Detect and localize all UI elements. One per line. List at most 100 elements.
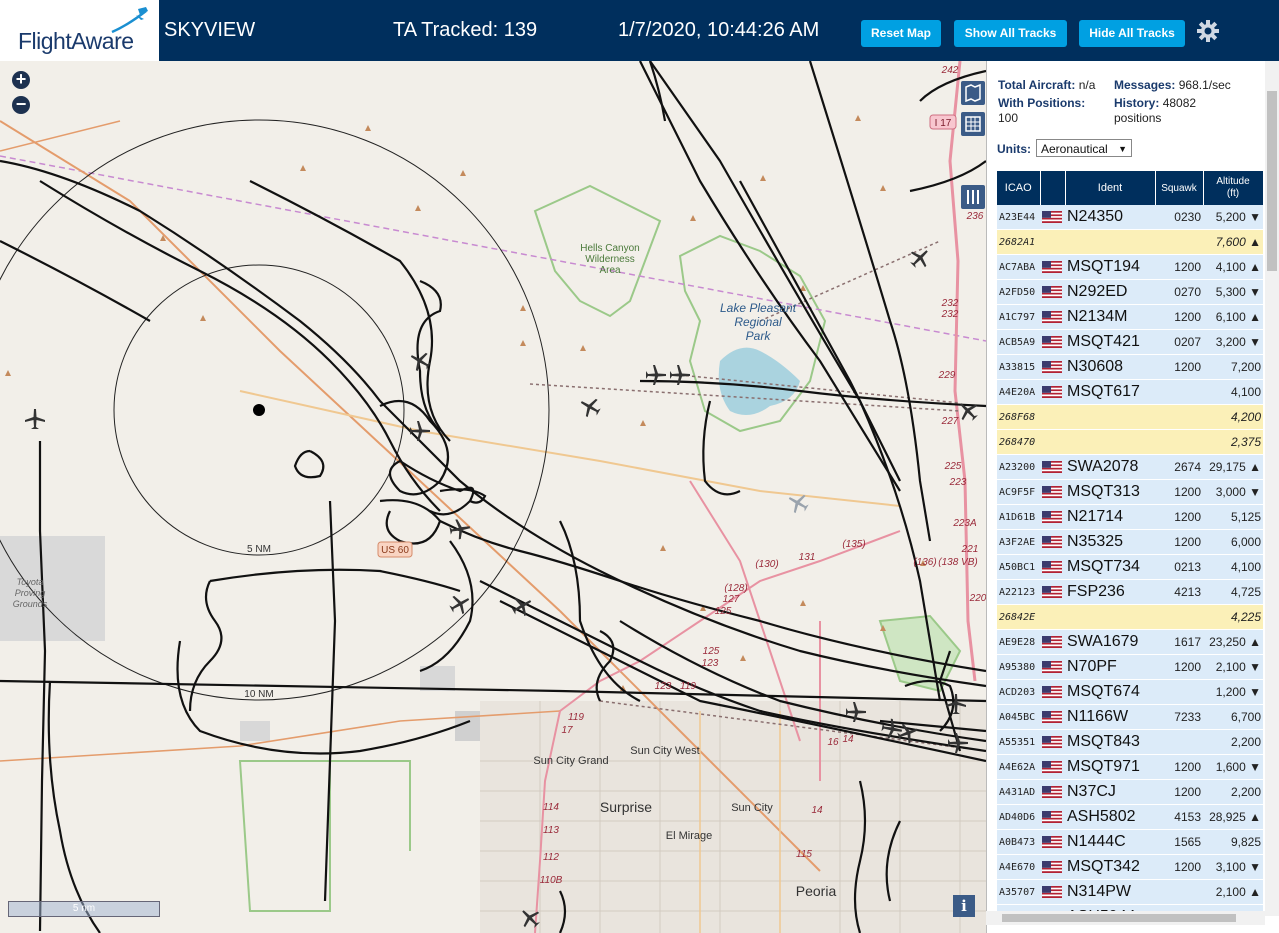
column-header-altitude[interactable]: Altitude (ft) xyxy=(1203,171,1263,205)
svg-text:16: 16 xyxy=(827,737,839,748)
cell-squawk: 1200 xyxy=(1155,504,1203,530)
cell-icao: A4E62A xyxy=(997,754,1040,780)
top-header: FlightAware SKYVIEW TA Tracked: 139 1/7/… xyxy=(0,0,1279,62)
table-row[interactable]: A045BC N1166W 7233 6,700 xyxy=(997,704,1263,730)
cell-flag xyxy=(1040,654,1065,680)
columns-toggle-icon[interactable] xyxy=(961,185,985,209)
table-row[interactable]: A3F2AE N35325 1200 6,000 xyxy=(997,529,1263,555)
cell-altitude: 3,200 ▼ xyxy=(1203,329,1263,355)
cell-icao: A23200 xyxy=(997,454,1040,480)
cell-altitude: 4,725 xyxy=(1203,579,1263,605)
table-row[interactable]: A2FD50 N292ED 0270 5,300 ▼ xyxy=(997,279,1263,305)
cell-flag xyxy=(1040,404,1065,430)
hide-all-tracks-button[interactable]: Hide All Tracks xyxy=(1079,20,1185,47)
table-row[interactable]: 26842E 4,225 xyxy=(997,604,1263,630)
table-row[interactable]: A0B473 N1444C 1565 9,825 xyxy=(997,829,1263,855)
table-row[interactable]: A1D61B N21714 1200 5,125 xyxy=(997,504,1263,530)
table-row[interactable]: A55351 MSQT843 2,200 xyxy=(997,729,1263,755)
column-header-squawk[interactable]: Squawk xyxy=(1155,171,1204,205)
map-view[interactable]: Hells Canyon Wilderness Area Lake Pleasa… xyxy=(0,61,986,933)
show-all-tracks-button[interactable]: Show All Tracks xyxy=(954,20,1067,47)
cell-icao: A0B473 xyxy=(997,829,1040,855)
zoom-in-button[interactable]: + xyxy=(12,70,30,89)
table-row[interactable]: ACB5A9 MSQT421 0207 3,200 ▼ xyxy=(997,329,1263,355)
table-row[interactable]: AD40D6 ASH5802 4153 28,925 ▲ xyxy=(997,804,1263,830)
svg-text:123: 123 xyxy=(655,681,672,692)
cell-altitude: 2,375 xyxy=(1203,429,1263,455)
cell-ident: N70PF xyxy=(1065,654,1155,680)
cell-altitude: 28,925 ▲ xyxy=(1203,804,1263,830)
cell-ident: MSQT971 xyxy=(1065,754,1155,780)
table-row[interactable]: A4E62A MSQT971 1200 1,600 ▼ xyxy=(997,754,1263,780)
grid-toggle-icon[interactable] xyxy=(961,112,985,136)
cell-ident: MSQT617 xyxy=(1065,379,1155,405)
table-row[interactable]: A23E44 N24350 0230 5,200 ▼ xyxy=(997,205,1263,230)
us-flag-icon xyxy=(1042,535,1062,548)
us-flag-icon xyxy=(1042,760,1062,773)
cell-flag xyxy=(1040,829,1065,855)
sidebar-horizontal-scrollbar[interactable] xyxy=(986,911,1265,925)
cell-squawk: 1200 xyxy=(1155,354,1203,380)
svg-text:125: 125 xyxy=(703,646,720,657)
label-hells-canyon-2: Wilderness xyxy=(585,254,634,265)
altitude-trend-icon: ▲ xyxy=(1249,260,1261,274)
svg-text:236: 236 xyxy=(966,211,984,222)
units-dropdown[interactable]: Aeronautical ▼ xyxy=(1036,139,1132,157)
table-row[interactable]: 268470 2,375 xyxy=(997,429,1263,455)
table-row[interactable]: 2682A1 7,600 ▲ xyxy=(997,229,1263,255)
cell-squawk xyxy=(1155,879,1203,905)
table-row[interactable]: AC7ABA MSQT194 1200 4,100 ▲ xyxy=(997,254,1263,280)
svg-text:112: 112 xyxy=(543,852,559,863)
label-ring-10nm: 10 NM xyxy=(244,689,273,700)
us-flag-icon xyxy=(1042,485,1062,498)
table-row[interactable]: A50BC1 MSQT734 0213 4,100 xyxy=(997,554,1263,580)
cell-squawk xyxy=(1155,729,1203,755)
column-header-ident[interactable]: Ident xyxy=(1065,171,1156,205)
table-row[interactable]: A33815 N30608 1200 7,200 xyxy=(997,354,1263,380)
gear-icon[interactable] xyxy=(1196,19,1220,43)
cell-ident xyxy=(1065,429,1155,455)
svg-text:115: 115 xyxy=(796,849,812,860)
table-row[interactable]: AE9E28 SWA1679 1617 23,250 ▲ xyxy=(997,629,1263,655)
reset-map-button[interactable]: Reset Map xyxy=(861,20,941,47)
info-icon[interactable]: i xyxy=(953,895,975,917)
receiver-location-marker xyxy=(253,404,265,416)
svg-text:17: 17 xyxy=(561,725,573,736)
us-flag-icon xyxy=(1042,835,1062,848)
altitude-trend-icon: ▲ xyxy=(1249,635,1261,649)
flightaware-logo[interactable]: FlightAware xyxy=(0,0,159,61)
clock-datetime: 1/7/2020, 10:44:26 AM xyxy=(618,19,820,41)
map-layers-icon[interactable] xyxy=(961,81,985,105)
sidebar-vertical-scrollbar[interactable] xyxy=(1265,61,1279,916)
cell-squawk: 1565 xyxy=(1155,829,1203,855)
table-row[interactable]: A4E670 MSQT342 1200 3,100 ▼ xyxy=(997,854,1263,880)
zoom-out-button[interactable]: − xyxy=(12,95,30,114)
logo-text: FlightAware xyxy=(18,28,134,54)
column-header-icao[interactable]: ICAO xyxy=(997,171,1041,205)
cell-squawk: 2674 xyxy=(1155,454,1203,480)
cell-altitude: 1,600 ▼ xyxy=(1203,754,1263,780)
map-canvas[interactable]: Hells Canyon Wilderness Area Lake Pleasa… xyxy=(0,61,986,933)
table-row[interactable]: A35707 N314PW 2,100 ▲ xyxy=(997,879,1263,905)
table-row[interactable]: AC9F5F MSQT313 1200 3,000 ▼ xyxy=(997,479,1263,505)
table-row[interactable]: A23200 SWA2078 2674 29,175 ▲ xyxy=(997,454,1263,480)
cell-flag xyxy=(1040,429,1065,455)
cell-squawk: 0213 xyxy=(1155,554,1203,580)
table-row[interactable]: 268F68 4,200 xyxy=(997,404,1263,430)
table-row[interactable]: A1C797 N2134M 1200 6,100 ▲ xyxy=(997,304,1263,330)
table-row[interactable]: A4E20A MSQT617 4,100 xyxy=(997,379,1263,405)
svg-text:(136): (136) xyxy=(913,557,936,568)
table-row[interactable]: A431AD N37CJ 1200 2,200 xyxy=(997,779,1263,805)
map-scale-bar: 5 nm xyxy=(8,901,160,917)
cell-altitude: 5,300 ▼ xyxy=(1203,279,1263,305)
us-flag-icon xyxy=(1042,860,1062,873)
cell-squawk xyxy=(1155,604,1203,630)
table-row[interactable]: ACD203 MSQT674 1,200 ▼ xyxy=(997,679,1263,705)
positions-stat: With Positions: 100 xyxy=(998,96,1086,125)
table-row[interactable]: A95380 N70PF 1200 2,100 ▼ xyxy=(997,654,1263,680)
cell-flag xyxy=(1040,354,1065,380)
cell-icao: A35707 xyxy=(997,879,1040,905)
cell-altitude: 2,100 ▲ xyxy=(1203,879,1263,905)
table-row[interactable]: A22123 FSP236 4213 4,725 xyxy=(997,579,1263,605)
column-header-flag[interactable] xyxy=(1040,171,1066,205)
